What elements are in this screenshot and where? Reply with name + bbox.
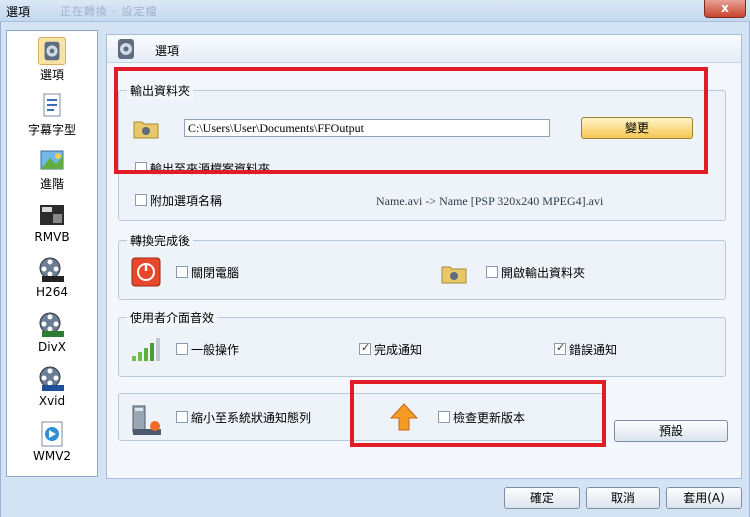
page-title: 選項	[155, 44, 180, 58]
power-icon	[131, 257, 161, 287]
sidebar-item-divx[interactable]: DivX	[7, 307, 97, 357]
sidebar-item-label: RMVB	[34, 230, 70, 244]
naming-example: Name.avi -> Name [PSP 320x240 MPEG4].avi	[376, 194, 604, 208]
open-folder-checkbox[interactable]	[486, 266, 498, 278]
error-sound-label: 錯誤通知	[569, 343, 618, 357]
sidebar-item-label: 進階	[39, 177, 64, 191]
close-button[interactable]: x	[704, 0, 746, 18]
sidebar-item-subtitle-font[interactable]: 字幕字型	[7, 88, 97, 138]
general-sound-label: 一般操作	[191, 343, 240, 357]
sidebar-item-h264[interactable]: H264	[7, 252, 97, 302]
rmvb-icon	[40, 205, 64, 225]
sidebar: 選項 字幕字型 進階 RMVB H264 DivX Xvid WMV2	[6, 30, 98, 477]
done-sound-checkbox[interactable]	[359, 341, 371, 355]
sidebar-item-label: 字幕字型	[27, 123, 76, 137]
sidebar-item-rmvb[interactable]: RMVB	[7, 197, 97, 247]
shutdown-label: 關閉電腦	[191, 266, 240, 280]
sidebar-item-xvid[interactable]: Xvid	[7, 361, 97, 411]
append-name-checkbox[interactable]	[135, 194, 147, 206]
subtitle-font-icon	[43, 93, 61, 117]
folder-icon	[441, 266, 467, 284]
highlight-box-update	[350, 380, 606, 447]
append-name-label: 附加選項名稱	[150, 194, 223, 208]
shutdown-checkbox[interactable]	[176, 266, 188, 278]
system-tray-icon	[132, 405, 161, 435]
apply-button[interactable]: 套用(A)	[666, 487, 742, 509]
wmv2-icon	[41, 421, 63, 447]
sidebar-item-label: 選項	[39, 68, 64, 82]
options-icon	[38, 37, 66, 65]
h264-icon	[39, 257, 64, 282]
open-folder-label: 開啟輸出資料夾	[501, 266, 586, 280]
tray-checkbox[interactable]	[176, 411, 188, 423]
group-title: 轉換完成後	[127, 232, 194, 249]
window-title: 選項	[6, 5, 31, 19]
options-icon	[118, 39, 134, 59]
window-ghost-title: 正在轉換 · 設定檔	[60, 5, 158, 18]
divx-icon	[39, 312, 64, 337]
general-sound-checkbox[interactable]	[176, 343, 188, 355]
error-sound-checkbox[interactable]	[554, 341, 566, 355]
done-sound-label: 完成通知	[374, 343, 423, 357]
sidebar-item-label: H264	[36, 285, 68, 299]
content-header: 選項	[107, 35, 741, 63]
advanced-icon	[40, 150, 64, 170]
highlight-box-output	[114, 67, 708, 174]
ok-button[interactable]: 確定	[504, 487, 580, 509]
sidebar-item-label: Xvid	[38, 394, 66, 408]
group-title: 使用者介面音效	[127, 309, 218, 326]
volume-bars-icon	[132, 338, 160, 361]
sidebar-item-advanced[interactable]: 進階	[7, 142, 97, 192]
cancel-button[interactable]: 取消	[586, 487, 660, 509]
sidebar-item-wmv2[interactable]: WMV2	[7, 416, 97, 466]
default-button[interactable]: 預設	[614, 420, 728, 442]
xvid-icon	[39, 366, 64, 391]
tray-label: 縮小至系統狀通知態列	[191, 411, 312, 425]
title-bar: 選項 正在轉換 · 設定檔 x	[0, 0, 750, 22]
sidebar-item-label: WMV2	[32, 449, 72, 463]
sidebar-item-options[interactable]: 選項	[7, 33, 97, 83]
sidebar-item-label: DivX	[38, 340, 66, 354]
